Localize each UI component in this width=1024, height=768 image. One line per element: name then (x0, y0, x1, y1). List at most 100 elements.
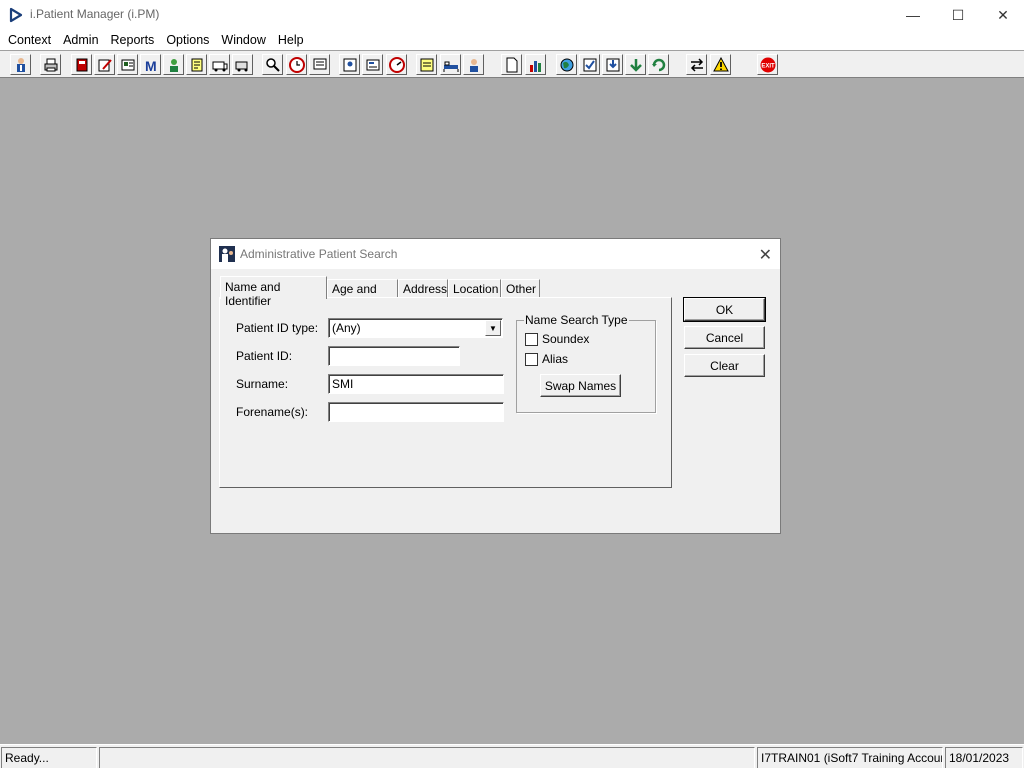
tab-age-and-sex[interactable]: Age and Sex (327, 279, 398, 310)
minimize-icon: — (906, 7, 920, 23)
toolbar-book-button[interactable] (71, 54, 92, 75)
book-icon (76, 58, 87, 71)
toolbar-search-button[interactable] (262, 54, 283, 75)
maximize-icon: ☐ (951, 6, 965, 23)
gauge-icon (388, 56, 405, 73)
toolbar-nurse-button[interactable] (463, 54, 484, 75)
close-button[interactable]: ✕ (980, 0, 1024, 30)
toolbar-globe-button[interactable] (556, 54, 577, 75)
maximize-button[interactable]: ☐ (935, 0, 981, 30)
name-search-type-group: Name Search Type Soundex Alias Swap Name… (516, 313, 656, 413)
toolbar-check-list-button[interactable] (579, 54, 600, 75)
toolbar-photo-button[interactable] (339, 54, 360, 75)
toolbar-note-button[interactable] (416, 54, 437, 75)
doctor-patient-icon (219, 246, 235, 262)
title-bar: i.Patient Manager (i.PM) — ☐ ✕ (0, 0, 1024, 30)
patient-id-type-select[interactable]: (Any) ▼ (328, 318, 503, 338)
photo-icon (343, 58, 356, 71)
name-search-type-title: Name Search Type (524, 313, 629, 327)
printer-icon (44, 58, 57, 71)
status-blank-pane (99, 747, 755, 768)
clock-icon (288, 56, 305, 73)
toolbar-warning-button[interactable] (710, 54, 731, 75)
tab-location[interactable]: Location (448, 279, 501, 299)
monitor-icon (313, 58, 326, 69)
tab-panel: Patient ID type: (Any) ▼ Patient ID: Sur… (219, 297, 672, 488)
toolbar: M EXIT (0, 50, 1024, 78)
soundex-checkbox[interactable] (525, 333, 538, 346)
toolbar-swap-button[interactable] (686, 54, 707, 75)
toolbar-print-button[interactable] (40, 54, 61, 75)
toolbar-chart-edit-button[interactable] (94, 54, 115, 75)
toolbar-arrow-refresh-button[interactable] (648, 54, 669, 75)
surname-label: Surname: (236, 377, 289, 391)
surname-field[interactable]: SMI (328, 374, 504, 394)
check-list-icon (583, 58, 596, 71)
status-date: 18/01/2023 (945, 747, 1023, 768)
tab-other[interactable]: Other (501, 279, 540, 299)
patient-id-label: Patient ID: (236, 349, 293, 363)
ambulance-icon (212, 61, 227, 71)
bed-icon (443, 61, 458, 72)
doctor-icon (169, 58, 178, 72)
menu-bar: Context Admin Reports Options Window Hel… (0, 30, 1024, 50)
app-logo-icon (9, 7, 23, 23)
swap-icon (690, 57, 703, 72)
toolbar-notes-button[interactable] (186, 54, 207, 75)
arrow-down-icon (629, 58, 642, 72)
clear-button[interactable]: Clear (684, 354, 765, 377)
toolbar-exit-button[interactable]: EXIT (757, 54, 778, 75)
toolbar-doctor-button[interactable] (163, 54, 184, 75)
document-icon (506, 57, 517, 72)
swap-names-button[interactable]: Swap Names (540, 374, 621, 397)
arrow-refresh-icon (651, 58, 665, 71)
alias-label: Alias (542, 352, 569, 366)
close-icon: ✕ (997, 6, 1009, 23)
ok-button[interactable]: OK (683, 297, 766, 322)
dialog-title-bar: Administrative Patient Search ✕ (211, 239, 780, 269)
warning-icon (712, 56, 729, 71)
toolbar-m-button[interactable]: M (140, 54, 161, 75)
toolbar-clock-button[interactable] (286, 54, 307, 75)
toolbar-download-check-button[interactable] (602, 54, 623, 75)
tab-address[interactable]: Address (398, 279, 448, 299)
nurse-icon (469, 58, 478, 72)
exit-icon: EXIT (760, 57, 775, 72)
tab-name-and-identifier[interactable]: Name and Identifier (220, 276, 327, 308)
toolbar-gauge-button[interactable] (386, 54, 407, 75)
soundex-label: Soundex (542, 332, 590, 346)
status-bar: Ready... I7TRAIN01 (iSoft7 Training Acco… (0, 744, 1024, 768)
menu-context[interactable]: Context (2, 30, 57, 50)
menu-window[interactable]: Window (215, 30, 271, 50)
toolbar-bed-button[interactable] (440, 54, 461, 75)
transport-icon (235, 61, 247, 71)
toolbar-form-button[interactable] (362, 54, 383, 75)
forenames-field[interactable] (328, 402, 504, 422)
toolbar-patient-button[interactable] (10, 54, 31, 75)
dialog-close-icon[interactable]: ✕ (759, 245, 772, 265)
menu-admin[interactable]: Admin (57, 30, 104, 50)
toolbar-ambulance-button[interactable] (209, 54, 230, 75)
chevron-down-icon[interactable]: ▼ (485, 320, 501, 336)
toolbar-card-button[interactable] (117, 54, 138, 75)
menu-help[interactable]: Help (272, 30, 310, 50)
notes-icon (191, 58, 202, 71)
globe-icon (560, 58, 573, 71)
menu-options[interactable]: Options (160, 30, 215, 50)
dialog-title: Administrative Patient Search (240, 247, 398, 261)
toolbar-monitor-button[interactable] (309, 54, 330, 75)
patient-icon (16, 57, 25, 72)
m-icon: M (145, 58, 157, 73)
chart-edit-icon (98, 58, 112, 71)
toolbar-document-button[interactable] (501, 54, 522, 75)
toolbar-transport-button[interactable] (232, 54, 253, 75)
toolbar-arrow-down-button[interactable] (625, 54, 646, 75)
minimize-button[interactable]: — (890, 0, 936, 30)
cancel-button[interactable]: Cancel (684, 326, 765, 349)
card-icon (121, 59, 134, 70)
alias-checkbox[interactable] (525, 353, 538, 366)
toolbar-bar-chart-button[interactable] (525, 54, 546, 75)
bar-chart-icon (529, 60, 541, 72)
patient-id-field[interactable] (328, 346, 460, 366)
menu-reports[interactable]: Reports (105, 30, 161, 50)
